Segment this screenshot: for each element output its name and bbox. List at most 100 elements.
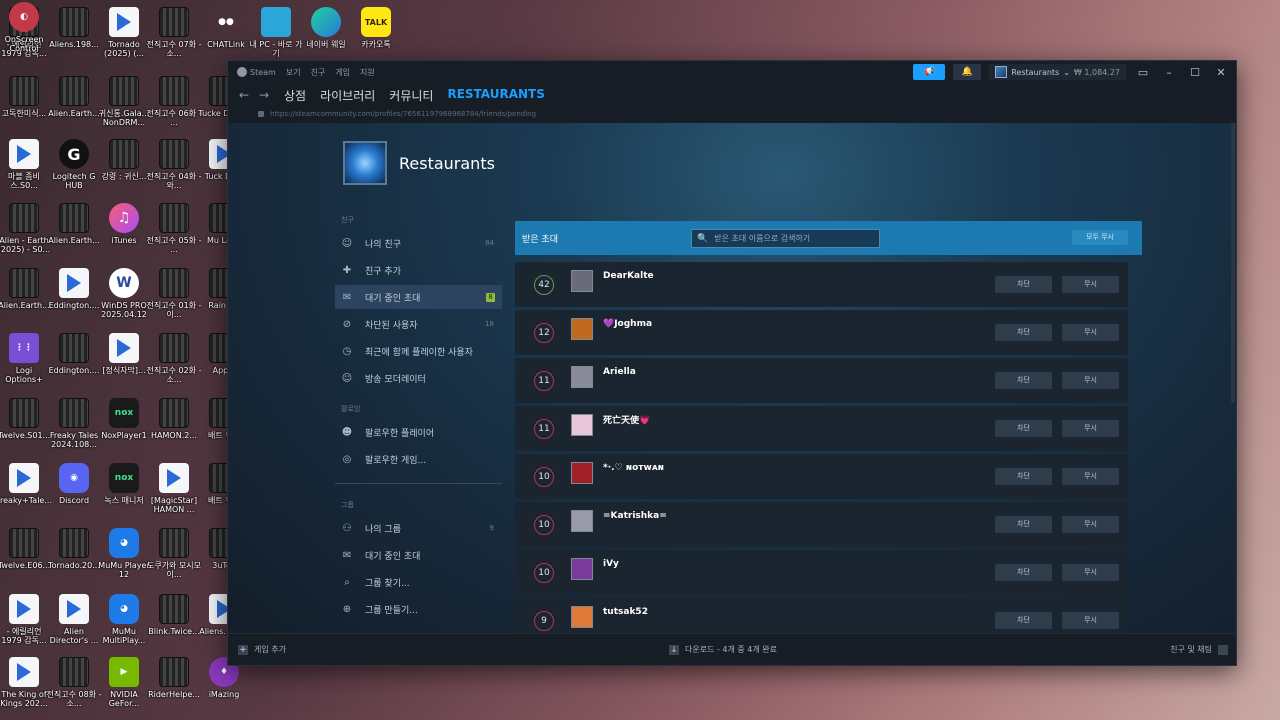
nav-profile[interactable]: RESTAURANTS <box>447 87 544 104</box>
desktop-icon[interactable]: ▶ NVIDIA GeFor... <box>98 655 150 719</box>
ignore-button[interactable]: 무시 <box>1062 516 1119 533</box>
friend-avatar[interactable] <box>571 365 593 388</box>
nav-community[interactable]: 커뮤니티 <box>389 87 433 104</box>
profile-avatar[interactable] <box>343 141 387 185</box>
desktop-icon[interactable]: ◕ MuMu Player 12 <box>98 526 150 590</box>
menu-steam[interactable]: Steam <box>237 67 276 77</box>
notifications-button[interactable]: 🔔 <box>953 64 982 80</box>
friend-name[interactable]: =Katrishka= <box>603 511 667 521</box>
friend-avatar[interactable] <box>571 509 593 532</box>
ignore-button[interactable]: 무시 <box>1062 612 1119 629</box>
back-arrow-icon[interactable]: ← <box>234 88 254 102</box>
block-button[interactable]: 차단 <box>995 516 1052 533</box>
desktop-icon[interactable]: Alien Director's ... <box>48 592 100 656</box>
block-button[interactable]: 차단 <box>995 372 1052 389</box>
desktop-icon[interactable]: Freaky+Tale... <box>0 461 52 525</box>
desktop-icon[interactable]: [정식자막]... <box>98 331 150 395</box>
ignore-button[interactable]: 무시 <box>1062 324 1119 341</box>
sidebar-friends-item[interactable]: ◷ 최근에 함께 플레이한 사용자 <box>335 339 502 363</box>
desktop-icon[interactable]: ◕ MuMu MultiPlay... <box>98 592 150 656</box>
sidebar-following-item[interactable]: ☻ 팔로우한 플레이어 <box>335 420 502 444</box>
scrollbar[interactable] <box>1231 123 1235 403</box>
big-picture-icon[interactable]: ▭ <box>1134 66 1152 79</box>
desktop-icon[interactable]: 전직고수 06화 - ... <box>147 74 201 138</box>
block-button[interactable]: 차단 <box>995 276 1052 293</box>
sidebar-groups-item[interactable]: ⌕ 그룹 찾기... <box>335 570 502 594</box>
announcements-button[interactable]: 📢 <box>913 64 946 80</box>
account-menu[interactable]: Restaurants ⌄ ₩ 1,084.27 <box>989 64 1126 80</box>
friend-avatar[interactable] <box>571 317 593 340</box>
desktop-icon[interactable]: Eddington.... <box>48 331 100 395</box>
friends-chat-button[interactable]: 친구 및 채팅 <box>1170 644 1228 655</box>
desktop-icon[interactable]: 전직고수 05화 - ... <box>147 201 201 265</box>
friend-avatar[interactable] <box>571 461 593 484</box>
desktop-icon[interactable]: 고독한미식... <box>0 74 50 138</box>
block-button[interactable]: 차단 <box>995 468 1052 485</box>
desktop-icon[interactable]: HAMON.2... <box>148 396 200 460</box>
desktop-icon[interactable]: 전직고수 08화 - 소... <box>47 655 101 719</box>
friend-name[interactable]: DearKalte <box>603 271 654 281</box>
menu-support[interactable]: 지원 <box>360 67 375 78</box>
desktop-icon[interactable]: 전직고수 01화 - 이... <box>147 266 201 330</box>
nav-library[interactable]: 라이브러리 <box>320 87 375 104</box>
ignore-all-button[interactable]: 모두 무시 <box>1072 230 1128 245</box>
desktop-icon[interactable]: 마블 좀비스.S0... <box>0 137 50 201</box>
desktop-icon[interactable]: 전직고수 04화 - 와... <box>147 137 201 201</box>
sidebar-groups-item[interactable]: ✉ 대기 중인 초대 <box>335 543 502 567</box>
sidebar-friends-item[interactable]: ⊘ 차단된 사용자 18 <box>335 312 502 336</box>
sidebar-friends-item[interactable]: ☺ 방송 모더레이터 <box>335 366 502 390</box>
friend-avatar[interactable] <box>571 269 593 292</box>
desktop-icon[interactable]: 전직고수 07화 - 소... <box>147 5 201 69</box>
sidebar-following-item[interactable]: ◎ 팔로우한 게임... <box>335 447 502 471</box>
desktop-icon[interactable]: Freaky Tales 2024.108... <box>48 396 100 460</box>
menu-friends[interactable]: 친구 <box>311 67 326 78</box>
desktop-icon[interactable]: Twelve.E06... <box>0 526 50 590</box>
sidebar-groups-item[interactable]: ⊕ 그룹 만들기... <box>335 597 502 621</box>
desktop-icon[interactable]: nox NoxPlayer1 <box>98 396 150 460</box>
desktop-icon[interactable]: Blink.Twice... <box>148 592 200 656</box>
sidebar-friends-item[interactable]: ✉ 대기 중인 초대 8 <box>335 285 502 309</box>
desktop-icon[interactable]: [MagicStar] HAMON ... <box>148 461 200 525</box>
desktop-icon[interactable]: Eddington.... <box>48 266 100 330</box>
desktop-icon[interactable]: 전직고수 02화 - 소... <box>147 331 201 395</box>
desktop-icon[interactable]: ♫ iTunes <box>98 201 150 265</box>
desktop-icon[interactable]: ◉ Discord <box>48 461 100 525</box>
ignore-button[interactable]: 무시 <box>1062 564 1119 581</box>
desktop-icon[interactable]: Twelve.S01... <box>0 396 50 460</box>
desktop-icon[interactable]: nox 녹스 매니저 <box>98 461 150 525</box>
desktop-icon[interactable]: The King of Kings 202... <box>0 655 50 719</box>
desktop-icon[interactable]: W WinDS PRO 2025.04.12 <box>98 266 150 330</box>
block-button[interactable]: 차단 <box>995 420 1052 437</box>
close-icon[interactable]: ✕ <box>1212 66 1230 79</box>
desktop-icon[interactable]: 귀신통.Gala... NonDRM... <box>98 74 150 138</box>
nav-store[interactable]: 상점 <box>284 87 306 104</box>
friend-name[interactable]: Ariella <box>603 367 636 377</box>
desktop-icon[interactable]: ◐ OnScreen Control <box>0 0 50 64</box>
invite-search-input[interactable] <box>714 234 875 243</box>
desktop-icon[interactable]: Alien.Earth... <box>48 74 100 138</box>
sidebar-friends-item[interactable]: ☺ 나의 친구 84 <box>335 231 502 255</box>
desktop-icon[interactable]: 강령 : 귀신... <box>98 137 150 201</box>
friend-name[interactable]: iVy <box>603 559 619 569</box>
friend-avatar[interactable] <box>571 557 593 580</box>
maximize-icon[interactable]: ☐ <box>1186 66 1204 79</box>
desktop-icon[interactable]: RiderHelpe... <box>148 655 200 719</box>
ignore-button[interactable]: 무시 <box>1062 276 1119 293</box>
sidebar-friends-item[interactable]: ✚ 친구 추가 <box>335 258 502 282</box>
friend-avatar[interactable] <box>571 413 593 436</box>
friend-name[interactable]: *·.♡ ɴᴏᴛᴡᴀɴ <box>603 463 664 473</box>
friend-name[interactable]: tutsak52 <box>603 607 648 617</box>
forward-arrow-icon[interactable]: → <box>254 88 274 102</box>
desktop-icon[interactable]: 도쿠가와 모시모 이... <box>147 526 201 590</box>
sidebar-groups-item[interactable]: ⚇ 나의 그룹 9 <box>335 516 502 540</box>
downloads-button[interactable]: ↓ 다운로드 - 4개 중 4개 완료 <box>669 644 777 655</box>
desktop-icon[interactable]: Alien.Earth... <box>0 266 50 330</box>
desktop-icon[interactable]: Alien.Earth... <box>48 201 100 265</box>
desktop-icon[interactable]: G Logitech G HUB <box>48 137 100 201</box>
url-text[interactable]: https://steamcommunity.com/profiles/7656… <box>270 110 536 118</box>
desktop-icon[interactable]: ⋮⋮ Logi Options+ <box>0 331 50 395</box>
friend-name[interactable]: 死亡天使💗 <box>603 413 650 426</box>
profile-name[interactable]: Restaurants <box>399 154 495 173</box>
desktop-icon[interactable]: - 에릴리언 1979 감독... <box>0 592 50 656</box>
ignore-button[interactable]: 무시 <box>1062 372 1119 389</box>
